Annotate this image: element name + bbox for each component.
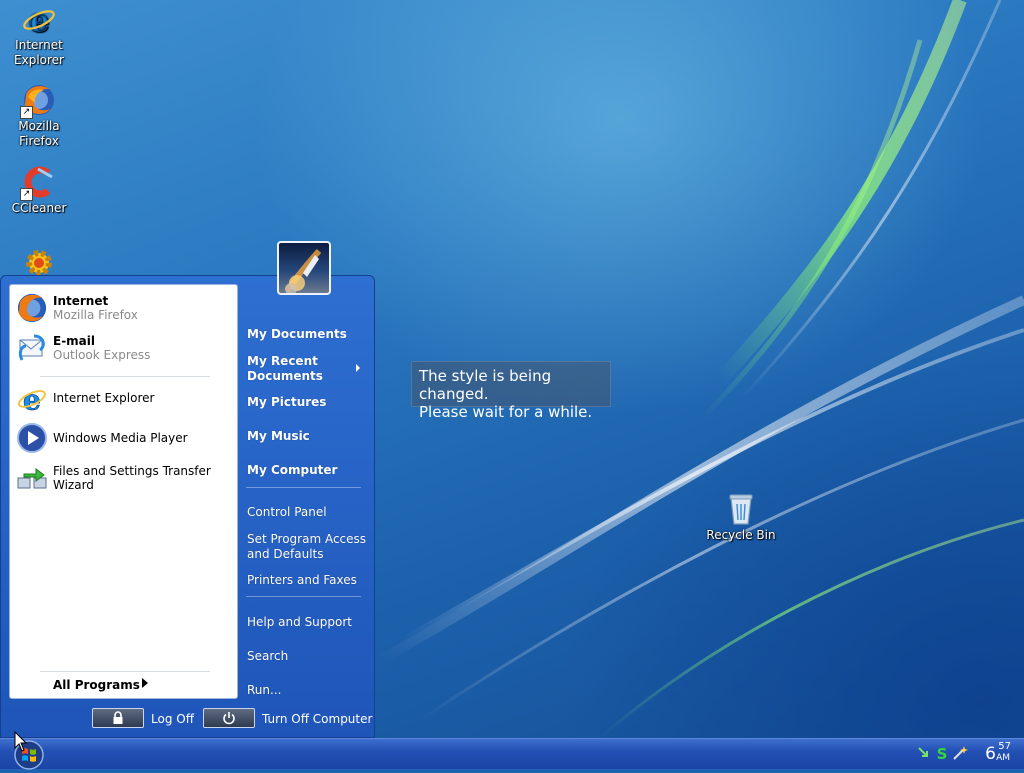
log-off-label[interactable]: Log Off	[151, 712, 194, 726]
svg-text:e: e	[29, 2, 49, 36]
recycle-bin-icon	[724, 492, 758, 526]
place-set-program-access[interactable]: Set Program Access and Defaults	[247, 532, 366, 562]
svg-text:e: e	[23, 382, 41, 414]
start-menu-programs-pane: Internet Mozilla Firefox E-mail Outlook …	[9, 284, 238, 699]
log-off-button[interactable]	[92, 708, 144, 728]
taskbar: S 6 57 AM	[0, 738, 1024, 770]
place-printers-and-faxes[interactable]: Printers and Faxes	[247, 573, 357, 588]
place-label: Set Program Access	[247, 532, 367, 546]
style-switcher-icon[interactable]: S	[934, 745, 950, 763]
place-control-panel[interactable]: Control Panel	[247, 505, 327, 520]
desktop-icon-mozilla-firefox[interactable]: ↗ Mozilla Firefox	[1, 83, 77, 149]
place-my-music[interactable]: My Music	[247, 429, 310, 444]
pinned-item-subtitle: Mozilla Firefox	[53, 308, 138, 322]
all-programs-button[interactable]: All Programs	[53, 678, 140, 692]
media-player-icon	[16, 422, 48, 454]
outlook-express-icon	[16, 332, 48, 364]
svg-text:S: S	[937, 745, 948, 761]
wand-icon[interactable]	[952, 745, 968, 761]
clock-ampm[interactable]: AM	[996, 753, 1010, 763]
place-search[interactable]: Search	[247, 649, 288, 664]
desktop-icon-label: Internet	[15, 38, 63, 52]
transfer-wizard-icon	[16, 462, 48, 494]
system-tray: S 6 57 AM	[912, 739, 1024, 769]
place-label: Search	[247, 649, 289, 663]
recent-item-windows-media-player[interactable]: Windows Media Player	[16, 421, 236, 455]
network-arrows-icon[interactable]	[916, 745, 932, 761]
lock-icon	[113, 711, 123, 724]
style-change-notification: The style is being changed. Please wait …	[411, 361, 611, 421]
recent-item-label: Files and Settings Transfer Wizard	[53, 464, 211, 492]
place-label: My Documents	[247, 327, 347, 341]
desktop-icon-label: Mozilla	[18, 119, 60, 133]
recent-item-label: Internet Explorer	[53, 391, 155, 405]
recent-item-internet-explorer[interactable]: e Internet Explorer	[16, 381, 236, 417]
menu-separator	[246, 596, 361, 597]
place-label: My Computer	[247, 463, 338, 477]
place-label: My Music	[247, 429, 310, 443]
desktop-icon-ccleaner[interactable]: ↗ CCleaner	[1, 165, 77, 216]
start-menu-footer: Log Off Turn Off Computer	[1, 700, 374, 737]
place-label: Control Panel	[247, 505, 327, 519]
clock-hour[interactable]: 6	[985, 744, 996, 764]
space-shuttle-icon	[284, 249, 322, 293]
desktop-icon-label: Recycle Bin	[706, 528, 776, 542]
start-menu-places-pane: My Documents My Recent Documents My Pict…	[238, 284, 375, 699]
desktop-icon-label: Firefox	[19, 134, 59, 148]
internet-explorer-icon: e	[22, 1, 56, 39]
ccleaner-icon: ↗	[20, 165, 56, 201]
desktop-icon-internet-explorer[interactable]: e Internet Explorer	[1, 1, 77, 68]
place-my-documents[interactable]: My Documents	[247, 327, 347, 342]
firefox-icon	[16, 292, 48, 324]
menu-separator	[246, 487, 361, 488]
firefox-icon: ↗	[20, 83, 56, 119]
arrow-right-icon	[356, 364, 360, 372]
place-label: and Defaults	[247, 547, 324, 561]
place-label: My Pictures	[247, 395, 327, 409]
recent-item-transfer-wizard[interactable]: Files and Settings Transfer Wizard	[16, 461, 236, 495]
desktop[interactable]: e Internet Explorer ↗ Mozilla Firefox ↗	[0, 0, 1024, 738]
turn-off-label[interactable]: Turn Off Computer	[262, 712, 372, 726]
place-label: Documents	[247, 369, 323, 383]
notification-line: Please wait for a while.	[419, 403, 593, 421]
place-my-computer[interactable]: My Computer	[247, 463, 337, 478]
pinned-item-title: Internet	[53, 294, 109, 308]
internet-explorer-icon: e	[16, 382, 48, 417]
place-label: My Recent	[247, 354, 318, 368]
user-account-picture[interactable]	[277, 241, 331, 295]
desktop-icon-label: CCleaner	[11, 201, 67, 215]
pinned-item-internet[interactable]: Internet Mozilla Firefox	[16, 291, 236, 325]
place-label: Printers and Faxes	[247, 573, 357, 587]
place-my-pictures[interactable]: My Pictures	[247, 395, 326, 410]
place-help-and-support[interactable]: Help and Support	[247, 615, 352, 630]
place-label: Help and Support	[247, 615, 352, 629]
place-label: Run...	[247, 683, 282, 697]
place-run[interactable]: Run...	[247, 683, 281, 698]
place-my-recent-documents[interactable]: My Recent Documents	[247, 354, 323, 384]
pinned-item-subtitle: Outlook Express	[53, 348, 151, 362]
power-icon	[223, 712, 235, 725]
clock-minute[interactable]: 57	[998, 741, 1011, 752]
desktop-icon-label: Explorer	[14, 53, 64, 67]
shortcut-arrow-icon: ↗	[20, 106, 33, 119]
desktop-icon-recycle-bin[interactable]: Recycle Bin	[703, 492, 779, 543]
turn-off-button[interactable]	[203, 708, 255, 728]
menu-separator	[40, 376, 210, 377]
pinned-item-title: E-mail	[53, 334, 96, 348]
recent-item-label: Windows Media Player	[53, 431, 188, 445]
pinned-item-email[interactable]: E-mail Outlook Express	[16, 331, 236, 365]
notification-line: The style is being changed.	[419, 367, 552, 403]
shortcut-arrow-icon: ↗	[20, 188, 33, 201]
arrow-right-icon	[142, 678, 148, 688]
mouse-cursor-icon	[14, 731, 28, 752]
start-menu: Internet Mozilla Firefox E-mail Outlook …	[0, 275, 375, 738]
menu-separator	[40, 671, 210, 672]
